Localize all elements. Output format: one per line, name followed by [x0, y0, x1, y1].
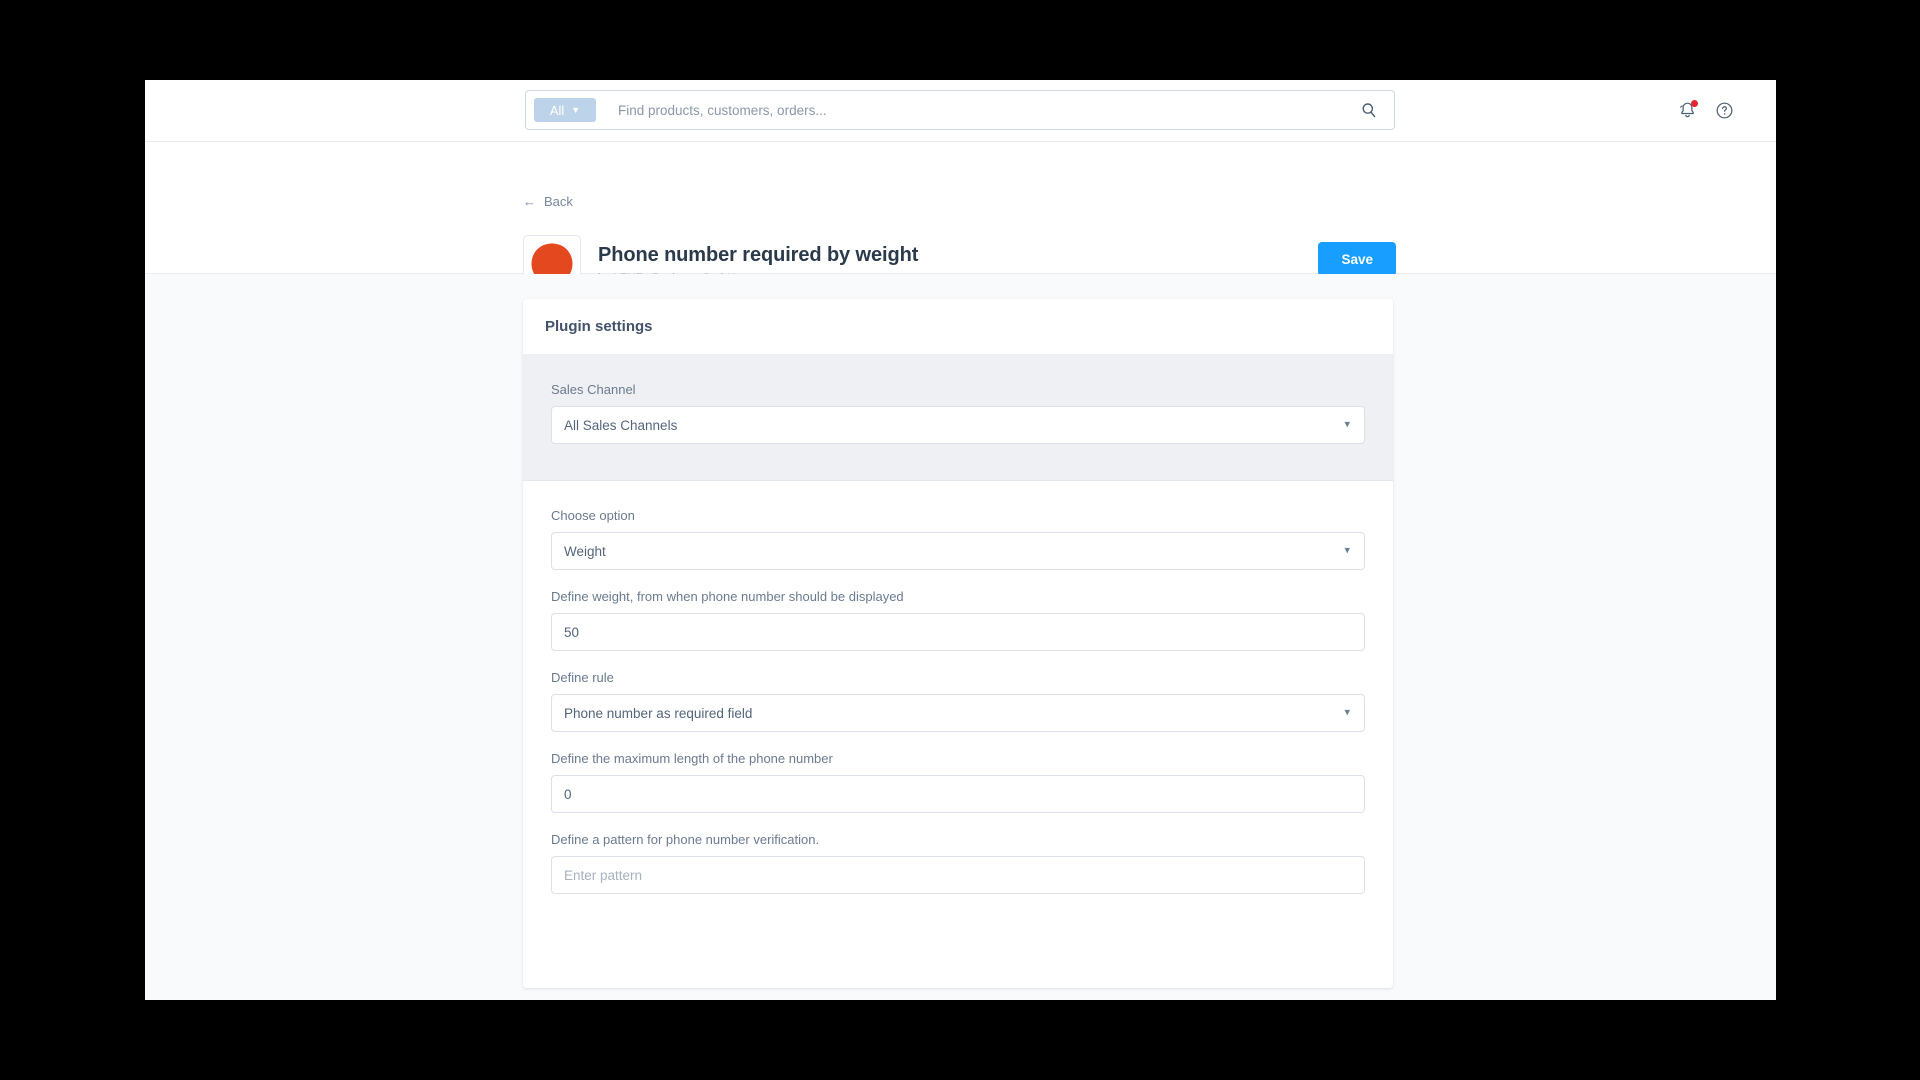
- card-header-title: Plugin settings: [523, 299, 1393, 355]
- field-max-length: Define the maximum length of the phone n…: [551, 751, 1365, 813]
- global-search-bar[interactable]: All ▼: [525, 90, 1395, 130]
- arrow-left-icon: ←: [523, 194, 536, 209]
- chevron-down-icon: ▾: [1344, 706, 1350, 719]
- define-rule-select[interactable]: Phone number as required field ▾: [551, 694, 1365, 732]
- field-define-weight: Define weight, from when phone number sh…: [551, 589, 1365, 651]
- chevron-down-icon: ▼: [571, 104, 581, 115]
- help-button[interactable]: [1714, 101, 1734, 121]
- search-icon[interactable]: [1361, 102, 1378, 119]
- define-weight-input[interactable]: [551, 613, 1365, 651]
- app-viewport: All ▼ Find products, customers, orders..…: [145, 80, 1776, 1000]
- search-input[interactable]: [616, 101, 1361, 119]
- topbar-actions: [1677, 80, 1734, 141]
- global-topbar: All ▼: [145, 80, 1776, 142]
- pattern-input[interactable]: [551, 856, 1365, 894]
- choose-option-select[interactable]: Weight ▾: [551, 532, 1365, 570]
- search-scope-filter[interactable]: All ▼: [534, 98, 596, 122]
- plugin-header: ← Back Phone number required by weight b…: [145, 142, 1776, 293]
- max-length-label: Define the maximum length of the phone n…: [551, 751, 833, 766]
- max-length-input[interactable]: [551, 775, 1365, 813]
- choose-option-value: Weight: [564, 543, 606, 559]
- save-button[interactable]: Save: [1318, 242, 1396, 276]
- field-choose-option: Choose option Weight ▾: [551, 508, 1365, 570]
- back-button[interactable]: ← Back: [523, 194, 573, 209]
- define-rule-value: Phone number as required field: [564, 705, 753, 721]
- define-weight-label: Define weight, from when phone number sh…: [551, 589, 904, 604]
- sales-channel-label: Sales Channel: [551, 382, 636, 397]
- notifications-button[interactable]: [1677, 99, 1698, 121]
- choose-option-label: Choose option: [551, 508, 635, 523]
- pattern-label: Define a pattern for phone number verifi…: [551, 832, 820, 847]
- chevron-down-icon: ▾: [1344, 418, 1350, 431]
- sales-channel-select[interactable]: All Sales Channels ▾: [551, 406, 1365, 444]
- content-area: Plugin settings Sales Channel All Sales …: [145, 274, 1776, 1000]
- plugin-options-section: Choose option Weight ▾ Define weight, fr…: [523, 481, 1393, 988]
- field-define-rule: Define rule Phone number as required fie…: [551, 670, 1365, 732]
- plugin-settings-card: Plugin settings Sales Channel All Sales …: [523, 299, 1393, 988]
- search-scope-label: All: [549, 102, 565, 118]
- define-rule-label: Define rule: [551, 670, 614, 685]
- field-pattern: Define a pattern for phone number verifi…: [551, 832, 1365, 894]
- sales-channel-section: Sales Channel All Sales Channels ▾: [523, 355, 1393, 481]
- page-title: Phone number required by weight: [598, 243, 919, 266]
- chevron-down-icon: ▾: [1344, 544, 1350, 557]
- back-label: Back: [544, 194, 573, 209]
- sales-channel-value: All Sales Channels: [564, 417, 678, 433]
- field-sales-channel: Sales Channel All Sales Channels ▾: [551, 382, 1365, 444]
- notification-badge-dot: [1691, 99, 1698, 107]
